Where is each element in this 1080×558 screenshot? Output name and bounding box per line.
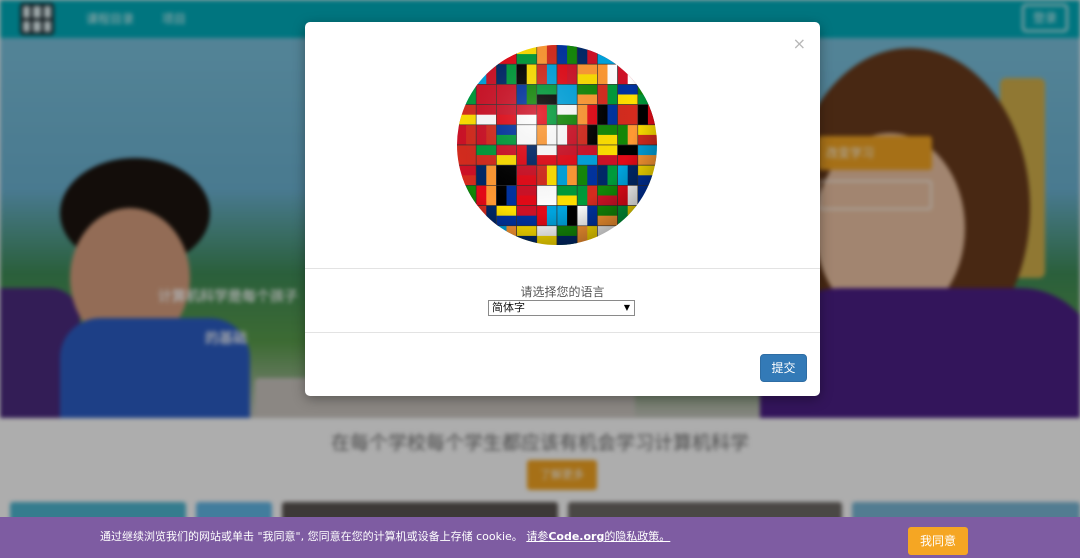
- language-select-value: 简体字: [492, 301, 525, 314]
- privacy-link-brand: Code.org: [548, 530, 605, 543]
- modal-footer-divider: [305, 332, 820, 333]
- close-icon[interactable]: ×: [793, 36, 806, 52]
- cookie-agree-button[interactable]: 我同意: [908, 527, 968, 555]
- submit-button[interactable]: 提交: [760, 354, 807, 382]
- privacy-link-suffix: 的隐私政策。: [604, 530, 671, 543]
- language-prompt: 请选择您的语言: [520, 285, 605, 299]
- cookie-message: 通过继续浏览我们的网站或单击 "我同意", 您同意在您的计算机或设备上存储 co…: [100, 528, 670, 544]
- privacy-link-prefix: 请参: [526, 530, 549, 543]
- dropdown-arrow-icon: ▼: [623, 303, 630, 312]
- cookie-message-text: 通过继续浏览我们的网站或单击 "我同意", 您同意在您的计算机或设备上存储 co…: [100, 530, 527, 543]
- globe-flags-icon: [456, 44, 658, 246]
- language-modal: × 请选择您的语言 简体字 ▼ 提交: [305, 22, 820, 396]
- privacy-policy-link[interactable]: 请参Code.org的隐私政策。: [526, 530, 670, 543]
- modal-divider: [305, 268, 820, 269]
- language-select[interactable]: 简体字 ▼: [488, 300, 635, 316]
